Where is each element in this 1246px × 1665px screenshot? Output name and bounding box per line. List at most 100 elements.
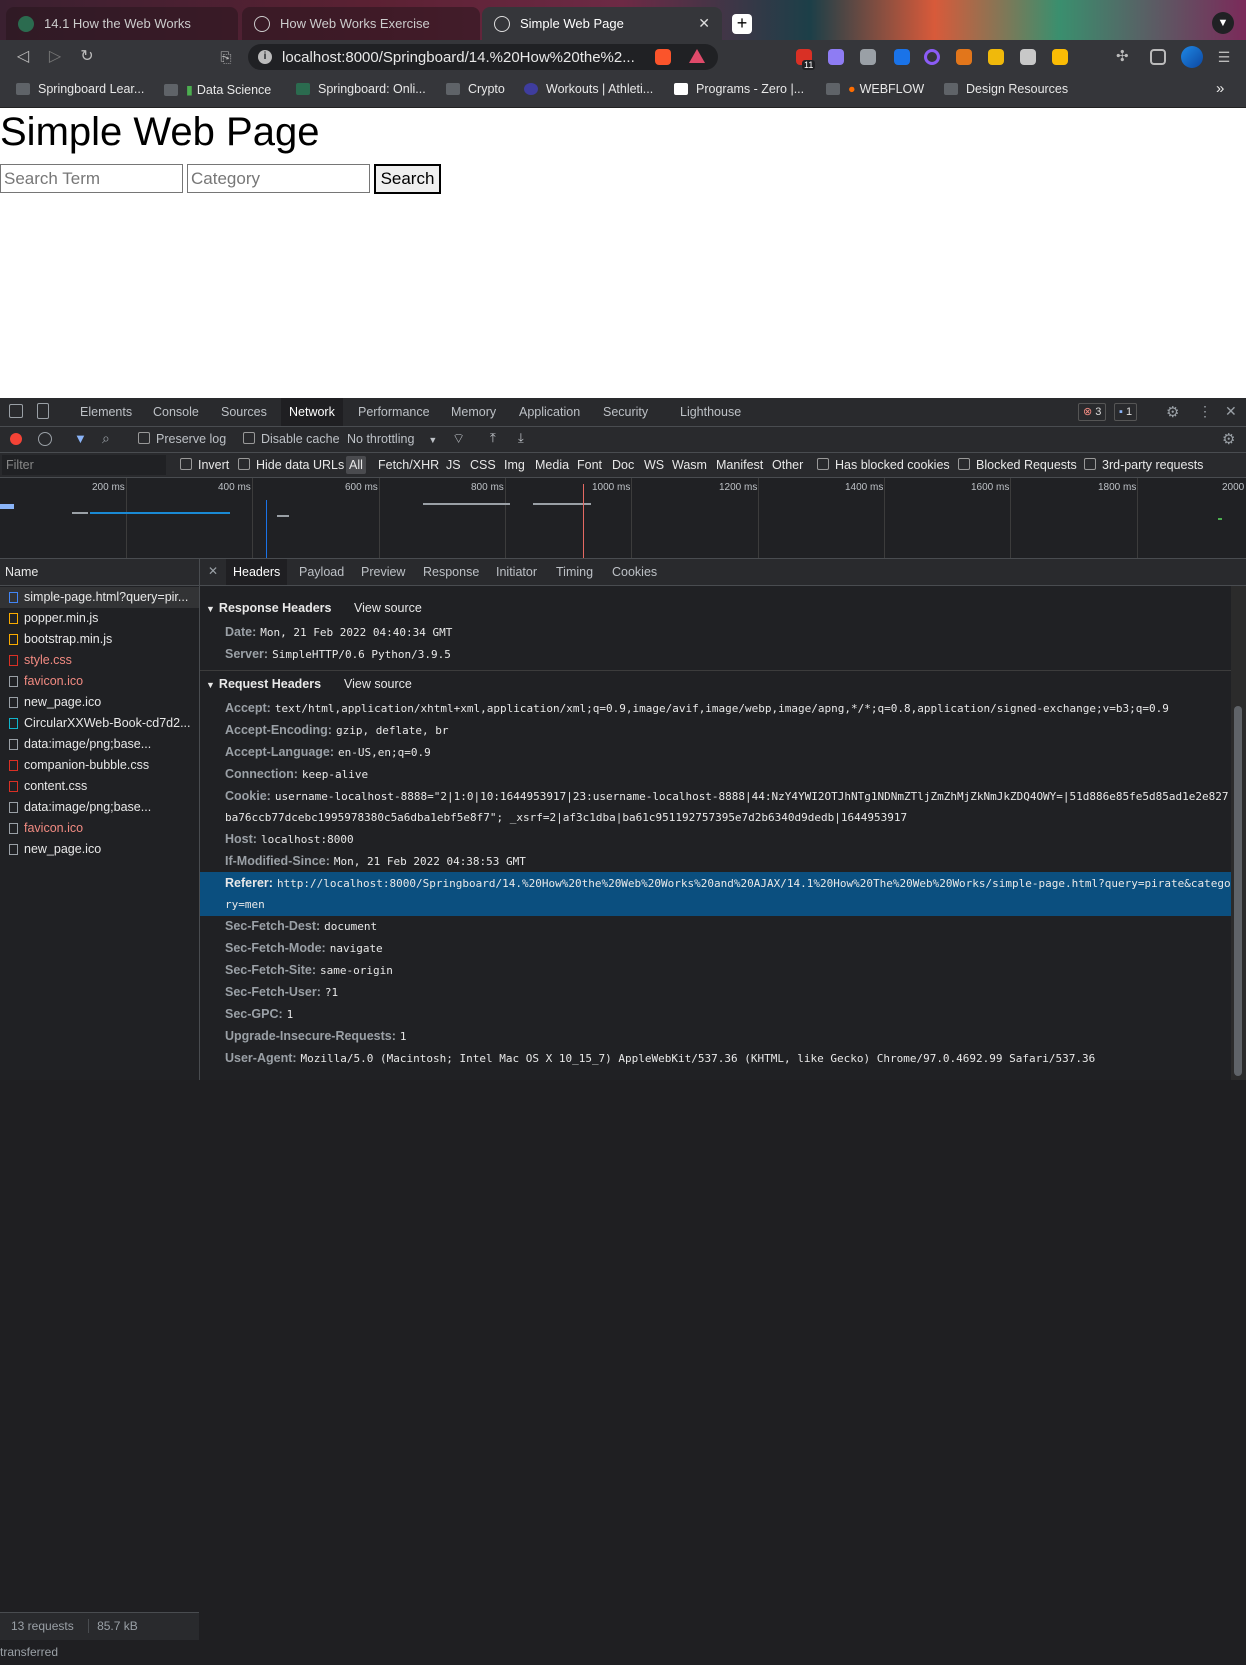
bookmark-item[interactable]: Springboard: Onli... xyxy=(296,82,426,96)
header-row[interactable]: Connection: keep-alive xyxy=(225,767,368,781)
import-har-icon[interactable]: ⤒ xyxy=(490,430,496,446)
browser-tab[interactable]: How Web Works Exercise xyxy=(242,7,480,40)
filter-type-doc[interactable]: Doc xyxy=(612,458,634,472)
header-row[interactable]: Accept-Language: en-US,en;q=0.9 xyxy=(225,745,431,759)
header-row[interactable]: Accept-Encoding: gzip, deflate, br xyxy=(225,723,449,737)
checkbox[interactable] xyxy=(817,458,829,470)
settings-gear-icon[interactable]: ⚙ xyxy=(1166,403,1179,421)
filter-type-img[interactable]: Img xyxy=(504,458,525,472)
extension-icon[interactable] xyxy=(1052,49,1068,65)
metamask-icon[interactable] xyxy=(956,49,972,65)
detail-tab-preview[interactable]: Preview xyxy=(354,559,412,585)
header-row[interactable]: Sec-GPC: 1 xyxy=(225,1007,293,1021)
header-row[interactable]: Sec-Fetch-Mode: navigate xyxy=(225,941,383,955)
filter-type-ws[interactable]: WS xyxy=(644,458,664,472)
clear-icon[interactable] xyxy=(38,432,52,446)
header-row[interactable]: If-Modified-Since: Mon, 21 Feb 2022 04:38… xyxy=(225,854,526,868)
header-row[interactable]: Referer: http://localhost:8000/Springboar… xyxy=(225,876,1231,890)
response-view-source-link[interactable]: View source xyxy=(354,601,422,615)
devtools-tab-lighthouse[interactable]: Lighthouse xyxy=(672,398,749,426)
header-row[interactable]: Upgrade-Insecure-Requests: 1 xyxy=(225,1029,407,1043)
request-row[interactable]: data:image/png;base... xyxy=(0,797,199,818)
bookmark-icon[interactable]: ⎘ xyxy=(215,46,237,68)
filter-type-all[interactable]: All xyxy=(346,456,366,474)
tab-search-icon[interactable]: ▼ xyxy=(1212,12,1234,34)
throttling-select[interactable]: No throttling ▼ xyxy=(347,432,437,446)
response-headers-section-title[interactable]: ▼ Response Headers xyxy=(206,601,331,615)
header-row[interactable]: Sec-Fetch-User: ?1 xyxy=(225,985,338,999)
detail-tab-cookies[interactable]: Cookies xyxy=(605,559,664,585)
checkbox[interactable] xyxy=(180,458,192,470)
browser-tab-active[interactable]: Simple Web Page ✕ xyxy=(482,7,722,40)
filter-icon[interactable]: ▼ xyxy=(74,431,87,446)
devtools-tab-elements[interactable]: Elements xyxy=(72,398,140,426)
extension-icon[interactable] xyxy=(924,49,940,65)
info-icon[interactable]: i xyxy=(258,50,272,64)
header-row[interactable]: User-Agent: Mozilla/5.0 (Macintosh; Intel… xyxy=(225,1051,1095,1065)
header-row[interactable]: Cookie: username-localhost-8888="2|1:0|10… xyxy=(225,789,1229,803)
has-blocked-cookies-checkbox[interactable]: Has blocked cookies xyxy=(817,458,950,472)
request-view-source-link[interactable]: View source xyxy=(344,677,412,691)
request-row[interactable]: data:image/png;base... xyxy=(0,734,199,755)
more-options-icon[interactable]: ⋮ xyxy=(1198,403,1212,420)
request-row[interactable]: favicon.ico xyxy=(0,818,199,839)
request-row[interactable]: companion-bubble.css xyxy=(0,755,199,776)
request-row[interactable]: new_page.ico xyxy=(0,839,199,860)
inspect-element-icon[interactable] xyxy=(9,404,23,418)
device-toolbar-icon[interactable] xyxy=(37,403,49,419)
search-icon[interactable]: ⌕ xyxy=(102,430,110,447)
close-detail-icon[interactable]: ✕ xyxy=(208,564,218,578)
request-row[interactable]: CircularXXWeb-Book-cd7d2... xyxy=(0,713,199,734)
search-term-input[interactable]: Search Term xyxy=(0,164,183,193)
bookmark-item[interactable]: ● WEBFLOW xyxy=(826,82,924,96)
export-har-icon[interactable]: ⤓ xyxy=(518,430,524,446)
search-button[interactable]: Search xyxy=(374,164,441,194)
checkbox[interactable] xyxy=(238,458,250,470)
extensions-puzzle-icon[interactable]: ✣ xyxy=(1116,49,1132,65)
invert-checkbox[interactable]: Invert xyxy=(180,458,229,472)
filter-type-fetch-xhr[interactable]: Fetch/XHR xyxy=(378,458,439,472)
forward-icon[interactable]: ▷ xyxy=(44,46,66,68)
header-row[interactable]: Sec-Fetch-Dest: document xyxy=(225,919,377,933)
detail-tab-headers[interactable]: Headers xyxy=(226,559,288,585)
record-icon[interactable] xyxy=(10,433,22,445)
extension-icon[interactable] xyxy=(894,49,910,65)
request-row[interactable]: style.css xyxy=(0,650,199,671)
category-input[interactable]: Category xyxy=(187,164,370,193)
back-icon[interactable]: ◁ xyxy=(12,46,34,68)
new-tab-button[interactable]: + xyxy=(732,14,752,34)
binance-icon[interactable] xyxy=(988,49,1004,65)
request-row[interactable]: bootstrap.min.js xyxy=(0,629,199,650)
bookmark-item[interactable]: Workouts | Athleti... xyxy=(524,82,653,96)
browser-tab[interactable]: 14.1 How the Web Works xyxy=(6,7,238,40)
filter-type-css[interactable]: CSS xyxy=(470,458,496,472)
wallet-icon[interactable] xyxy=(1150,49,1166,65)
extension-icon[interactable] xyxy=(828,49,844,65)
request-row[interactable]: favicon.ico xyxy=(0,671,199,692)
filter-type-wasm[interactable]: Wasm xyxy=(672,458,707,472)
more-bookmarks-icon[interactable]: » xyxy=(1216,80,1224,97)
network-overview-timeline[interactable]: 200 ms 400 ms 600 ms 800 ms 1000 ms 1200… xyxy=(0,478,1246,559)
detail-tab-payload[interactable]: Payload xyxy=(292,559,351,585)
header-row[interactable]: Accept: text/html,application/xhtml+xml,a… xyxy=(225,701,1169,715)
network-conditions-icon[interactable]: ⌔ xyxy=(452,430,465,448)
devtools-tab-security[interactable]: Security xyxy=(595,398,656,426)
bookmark-item[interactable]: Crypto xyxy=(446,82,505,96)
brave-shields-icon[interactable] xyxy=(655,49,671,65)
close-devtools-icon[interactable]: ✕ xyxy=(1225,403,1237,420)
extension-icon[interactable] xyxy=(1020,49,1036,65)
filter-type-media[interactable]: Media xyxy=(535,458,569,472)
checkbox[interactable] xyxy=(958,458,970,470)
disable-cache-checkbox[interactable]: Disable cache xyxy=(243,432,340,446)
devtools-tab-network[interactable]: Network xyxy=(281,398,343,426)
devtools-tab-memory[interactable]: Memory xyxy=(443,398,504,426)
checkbox[interactable] xyxy=(1084,458,1096,470)
request-row[interactable]: content.css xyxy=(0,776,199,797)
devtools-tab-performance[interactable]: Performance xyxy=(350,398,438,426)
checkbox[interactable] xyxy=(138,432,150,444)
hide-data-urls-checkbox[interactable]: Hide data URLs xyxy=(238,458,344,472)
filter-type-js[interactable]: JS xyxy=(446,458,461,472)
bookmark-item[interactable]: Design Resources xyxy=(944,82,1068,96)
profile-avatar[interactable] xyxy=(1181,46,1203,68)
error-counter[interactable]: ⊗ 3 xyxy=(1078,403,1107,421)
